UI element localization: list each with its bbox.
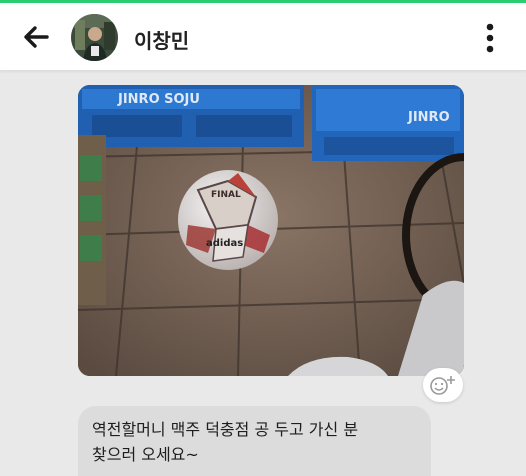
crate-label-right: JINRO: [407, 110, 450, 125]
add-reaction-button[interactable]: [423, 368, 463, 402]
add-reaction-icon: [430, 376, 455, 395]
crate-label-left: JINRO SOJU: [117, 92, 200, 107]
contact-avatar[interactable]: [71, 14, 118, 61]
message-photo[interactable]: JINRO SOJU JINRO FINAL adidas: [78, 85, 464, 376]
soccer-ball: FINAL adidas: [178, 170, 278, 270]
more-options-button[interactable]: [480, 21, 500, 55]
contact-name[interactable]: 이창민: [134, 25, 189, 54]
more-vertical-icon: [486, 23, 494, 53]
back-button[interactable]: [20, 23, 52, 51]
ball-brand: adidas: [206, 238, 243, 249]
message-text-line-2: 찾으러 오세요~: [92, 445, 199, 464]
chat-header: 이창민: [0, 3, 526, 71]
message-bubble[interactable]: 역전할머니 맥주 덕충점 공 두고 가신 분 찾으러 오세요~: [78, 406, 431, 476]
message-text-line-1: 역전할머니 맥주 덕충점 공 두고 가신 분: [92, 420, 359, 439]
back-arrow-icon: [24, 26, 49, 48]
ball-text: FINAL: [211, 190, 241, 200]
